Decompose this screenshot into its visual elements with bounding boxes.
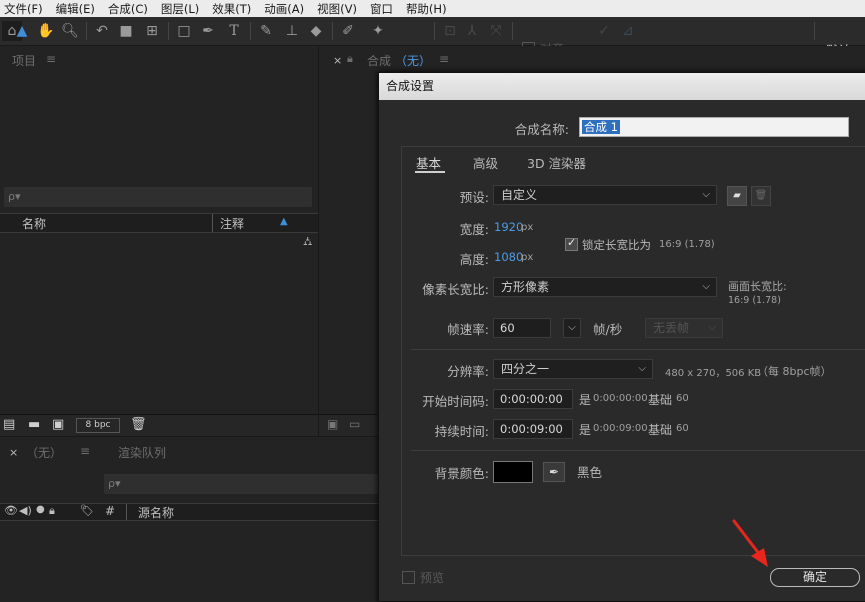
red-arrow-annotation xyxy=(732,519,768,567)
